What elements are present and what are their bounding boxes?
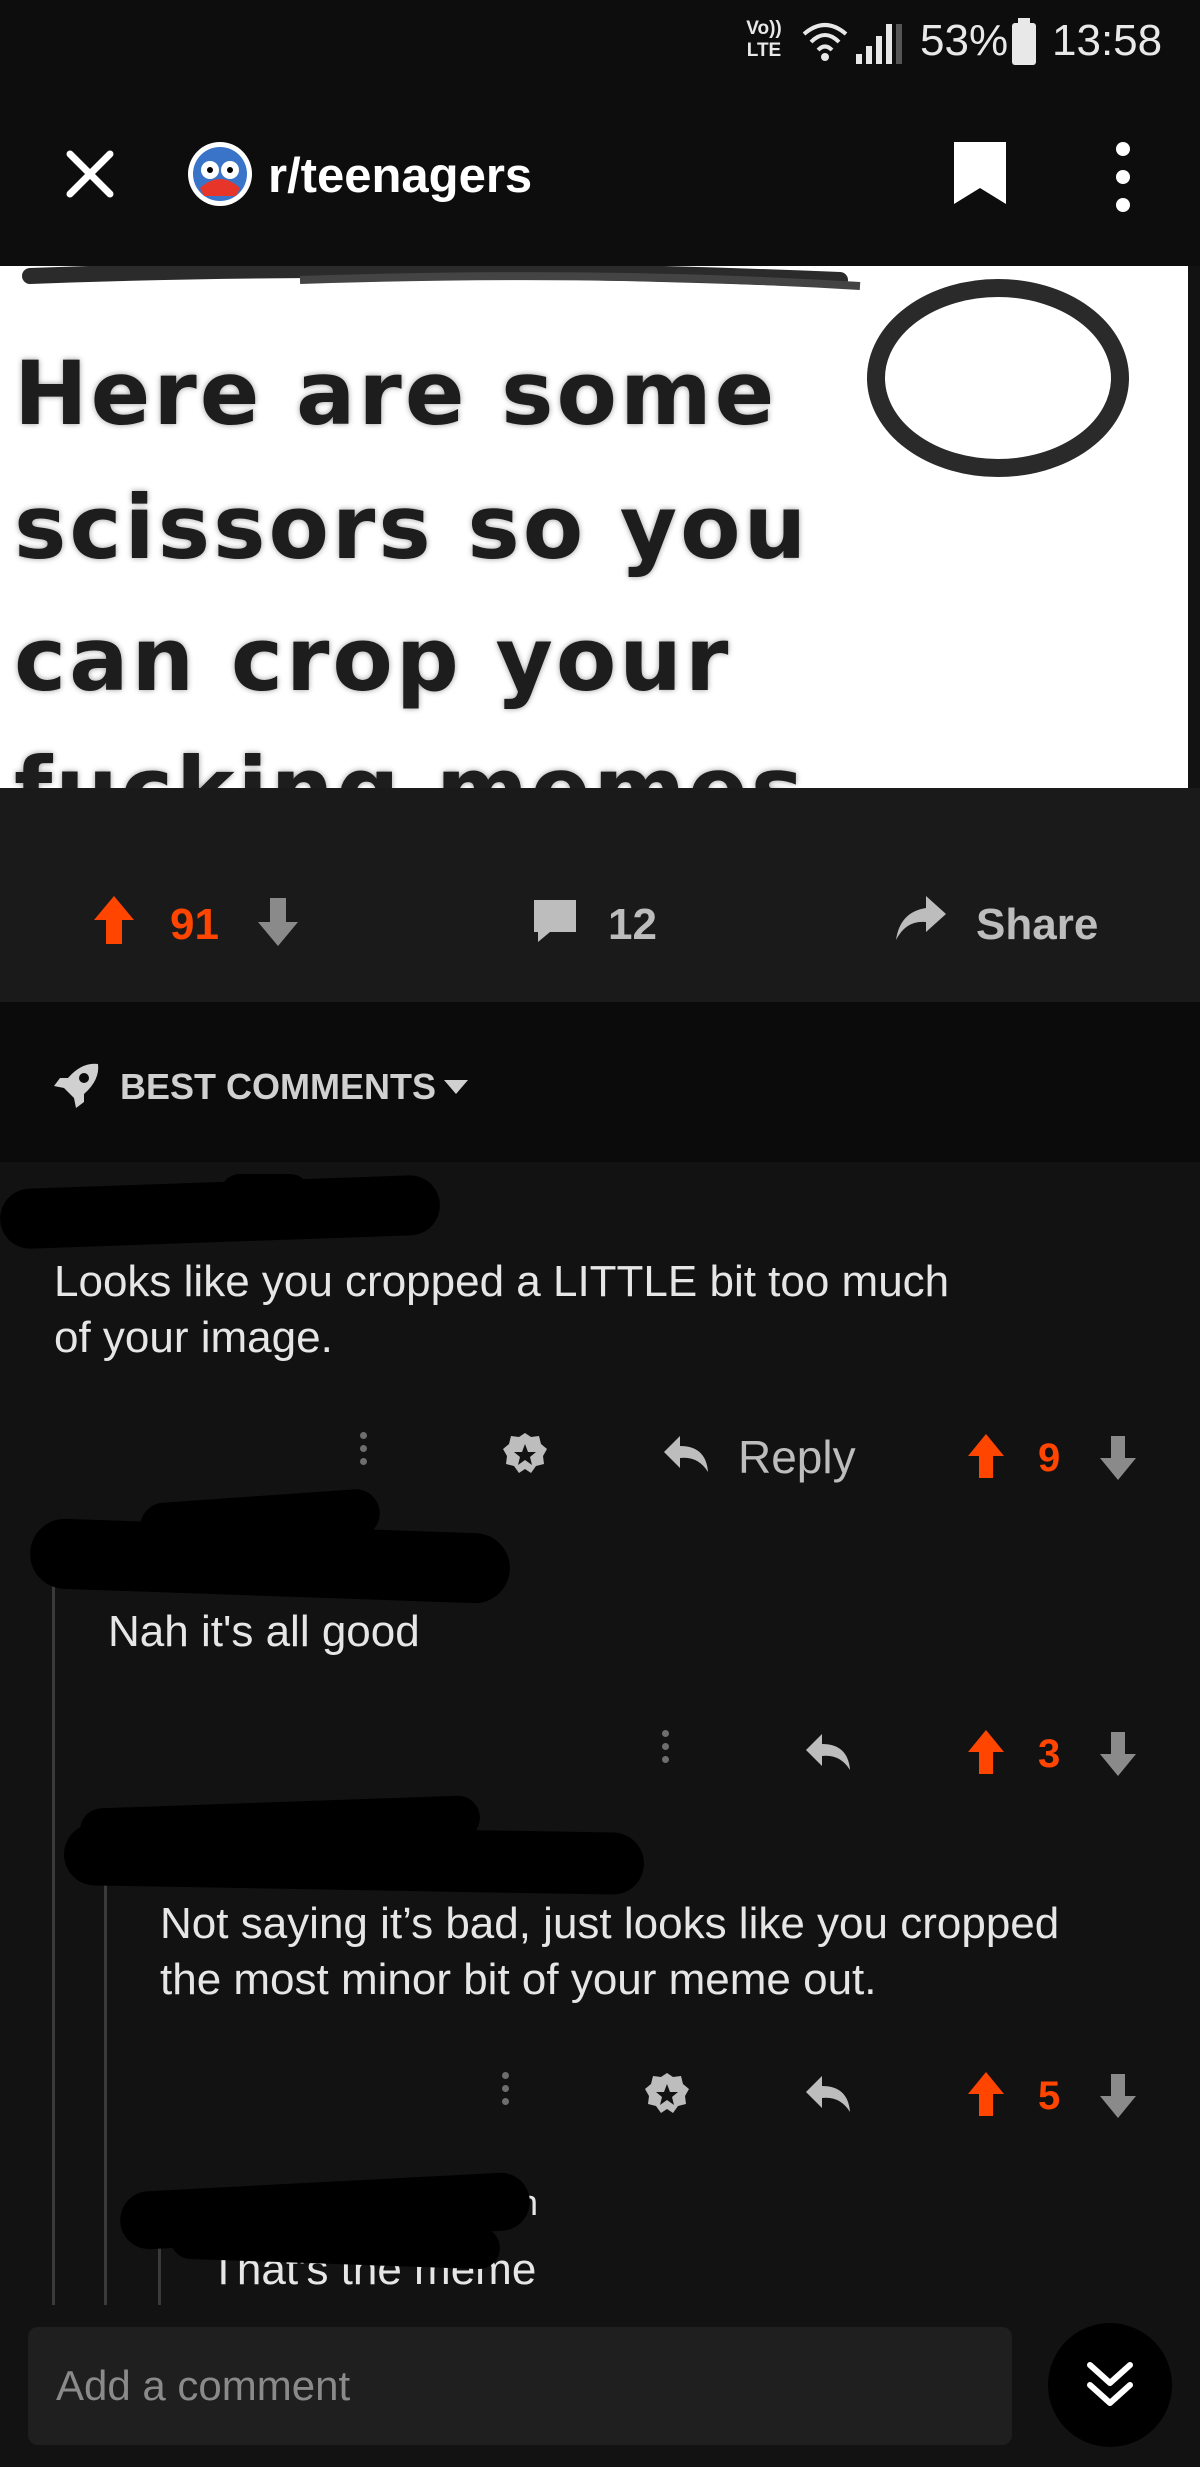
signal-icon (856, 24, 902, 64)
post-score: 91 (170, 900, 219, 949)
award-icon[interactable] (642, 2070, 692, 2120)
more-options-icon[interactable] (662, 1730, 670, 1769)
upvote-icon[interactable] (966, 1432, 1006, 1480)
comment: h That's the meme (0, 2122, 1200, 2305)
reply-icon[interactable] (804, 1732, 852, 1772)
comment-score: 5 (1038, 2074, 1061, 2118)
reply-icon[interactable] (804, 2074, 852, 2114)
comment-text-line: the most minor bit of your meme out. (160, 1955, 877, 2004)
close-icon[interactable] (64, 148, 116, 200)
meme-text-line-2: scissors so you (14, 476, 810, 579)
wifi-icon (802, 23, 848, 61)
comment-body: Not saying it’s bad, just looks like you… (160, 1896, 1170, 2008)
downvote-icon[interactable] (1098, 1730, 1138, 1778)
redacted-username (220, 1174, 310, 1214)
network-text: Vo)) LTE (746, 18, 782, 61)
meme-text-line-4: fucking memes (14, 738, 806, 788)
comment-text-line: Looks like you cropped a LITTLE bit too … (54, 1257, 950, 1306)
comment-text-line: of your image. (54, 1313, 333, 1362)
comment-input[interactable] (28, 2327, 1012, 2445)
reply-icon[interactable] (662, 1434, 710, 1474)
bookmark-icon[interactable] (950, 138, 1010, 210)
battery-icon (1012, 18, 1036, 65)
battery-percent: 53% (920, 16, 1009, 65)
lte-indicator: Vo)) LTE (742, 18, 786, 66)
comment-text-line: Not saying it’s bad, just looks like you… (160, 1899, 1060, 1948)
comment-count[interactable]: 12 (608, 900, 657, 950)
downvote-icon[interactable] (1098, 1434, 1138, 1482)
downvote-icon[interactable] (256, 896, 300, 948)
share-icon[interactable] (892, 892, 948, 944)
upvote-icon[interactable] (966, 1728, 1006, 1776)
more-options-icon[interactable] (360, 1432, 368, 1471)
app-header: r/teenagers (0, 90, 1200, 266)
sort-bar[interactable]: BEST COMMENTS (0, 1002, 1200, 1162)
reply-button[interactable]: Reply (738, 1430, 856, 1484)
downvote-icon[interactable] (1098, 2072, 1138, 2120)
comment: Looks like you cropped a LITTLE bit too … (0, 1162, 1200, 1484)
comment-score: 9 (1038, 1436, 1061, 1480)
status-bar: Vo)) LTE 53% 13:58 (0, 0, 1200, 90)
award-icon[interactable] (500, 1430, 550, 1480)
more-options-icon[interactable] (502, 2072, 510, 2111)
post-action-bar: 91 12 Share (0, 788, 1200, 1002)
clock: 13:58 (1052, 16, 1163, 65)
subreddit-name[interactable]: r/teenagers (268, 148, 532, 204)
rocket-icon (54, 1063, 99, 1108)
more-vertical-icon[interactable] (1116, 142, 1132, 214)
comment-body: Nah it's all good (108, 1607, 420, 1656)
double-chevron-down-icon (1087, 2362, 1133, 2406)
comment-body: Looks like you cropped a LITTLE bit too … (54, 1254, 1134, 1366)
meme-text-line-3: can crop your (14, 608, 732, 711)
scroll-down-button[interactable] (1048, 2323, 1172, 2447)
post-image[interactable]: Here are some scissors so you can crop y… (0, 266, 1188, 788)
subreddit-avatar[interactable] (186, 140, 254, 208)
comment-icon[interactable] (530, 896, 580, 946)
comment: Not saying it’s bad, just looks like you… (0, 1782, 1200, 2122)
share-button[interactable]: Share (976, 900, 1098, 950)
upvote-icon[interactable] (92, 894, 136, 946)
comment: Nah it's all good 3 (0, 1482, 1200, 1782)
comment-score: 3 (1038, 1732, 1061, 1776)
chevron-down-icon[interactable] (442, 1078, 470, 1096)
upvote-icon[interactable] (966, 2070, 1006, 2118)
meme-text-line-1: Here are some (14, 342, 778, 445)
sort-label[interactable]: BEST COMMENTS (120, 1066, 436, 1108)
